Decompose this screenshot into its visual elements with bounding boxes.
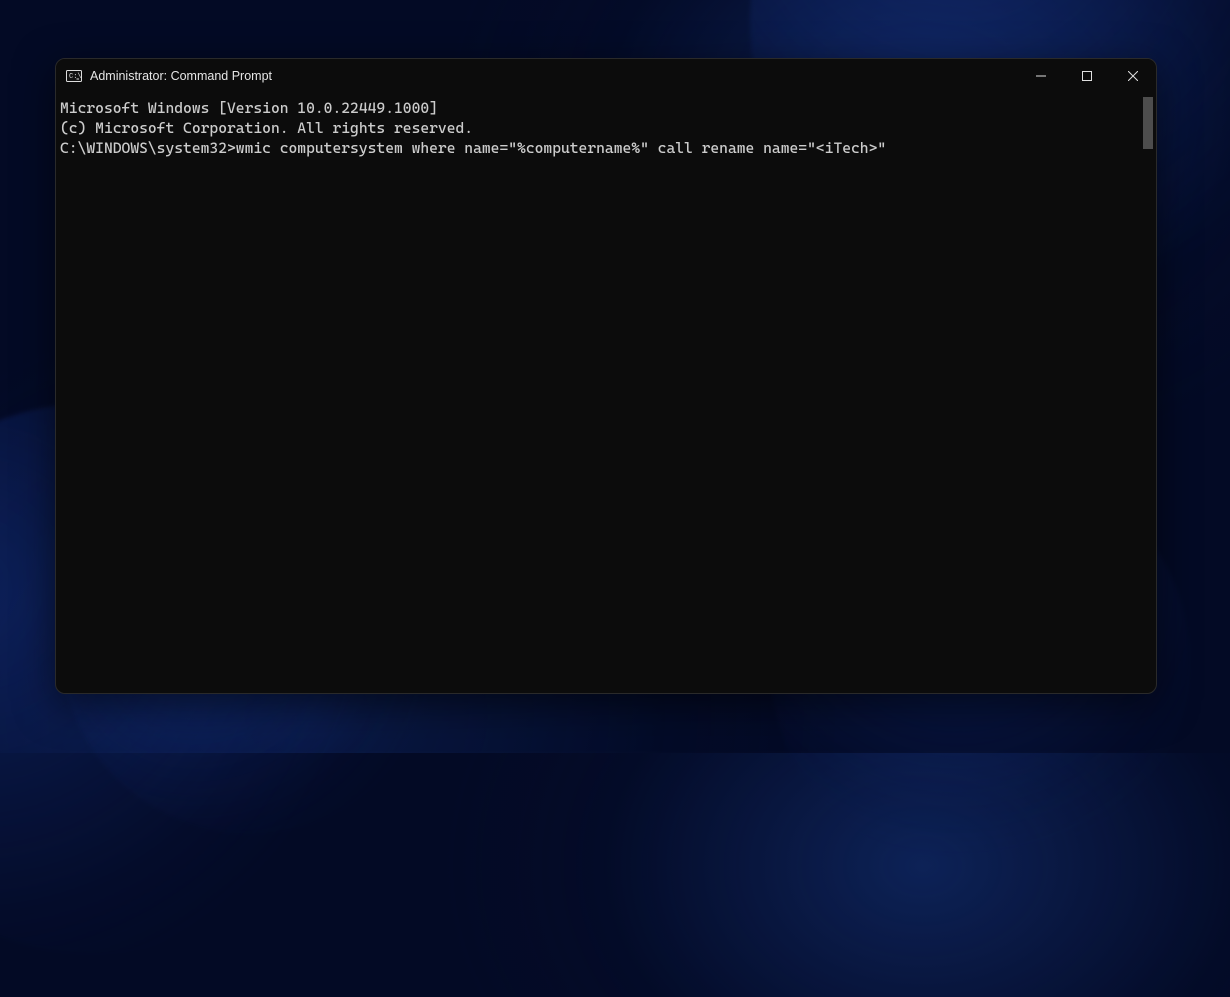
close-button[interactable] [1110, 59, 1156, 93]
window-title: Administrator: Command Prompt [90, 69, 272, 83]
command-prompt-window: C:\ Administrator: Command Prompt Micros… [55, 58, 1157, 694]
prompt-path: C:\WINDOWS\system32> [60, 139, 236, 157]
prompt-line: C:\WINDOWS\system32>wmic computersystem … [60, 138, 1156, 158]
svg-text:C:\: C:\ [69, 73, 82, 81]
terminal-output[interactable]: Microsoft Windows [Version 10.0.22449.10… [56, 93, 1156, 693]
titlebar-left: C:\ Administrator: Command Prompt [56, 68, 1018, 84]
banner-line: Microsoft Windows [Version 10.0.22449.10… [60, 98, 1156, 118]
typed-command: wmic computersystem where name="%compute… [236, 139, 886, 157]
scrollbar-thumb[interactable] [1143, 97, 1153, 149]
minimize-button[interactable] [1018, 59, 1064, 93]
cmd-prompt-icon: C:\ [66, 68, 82, 84]
window-controls [1018, 59, 1156, 93]
banner-line: (c) Microsoft Corporation. All rights re… [60, 118, 1156, 138]
titlebar[interactable]: C:\ Administrator: Command Prompt [56, 59, 1156, 93]
maximize-button[interactable] [1064, 59, 1110, 93]
